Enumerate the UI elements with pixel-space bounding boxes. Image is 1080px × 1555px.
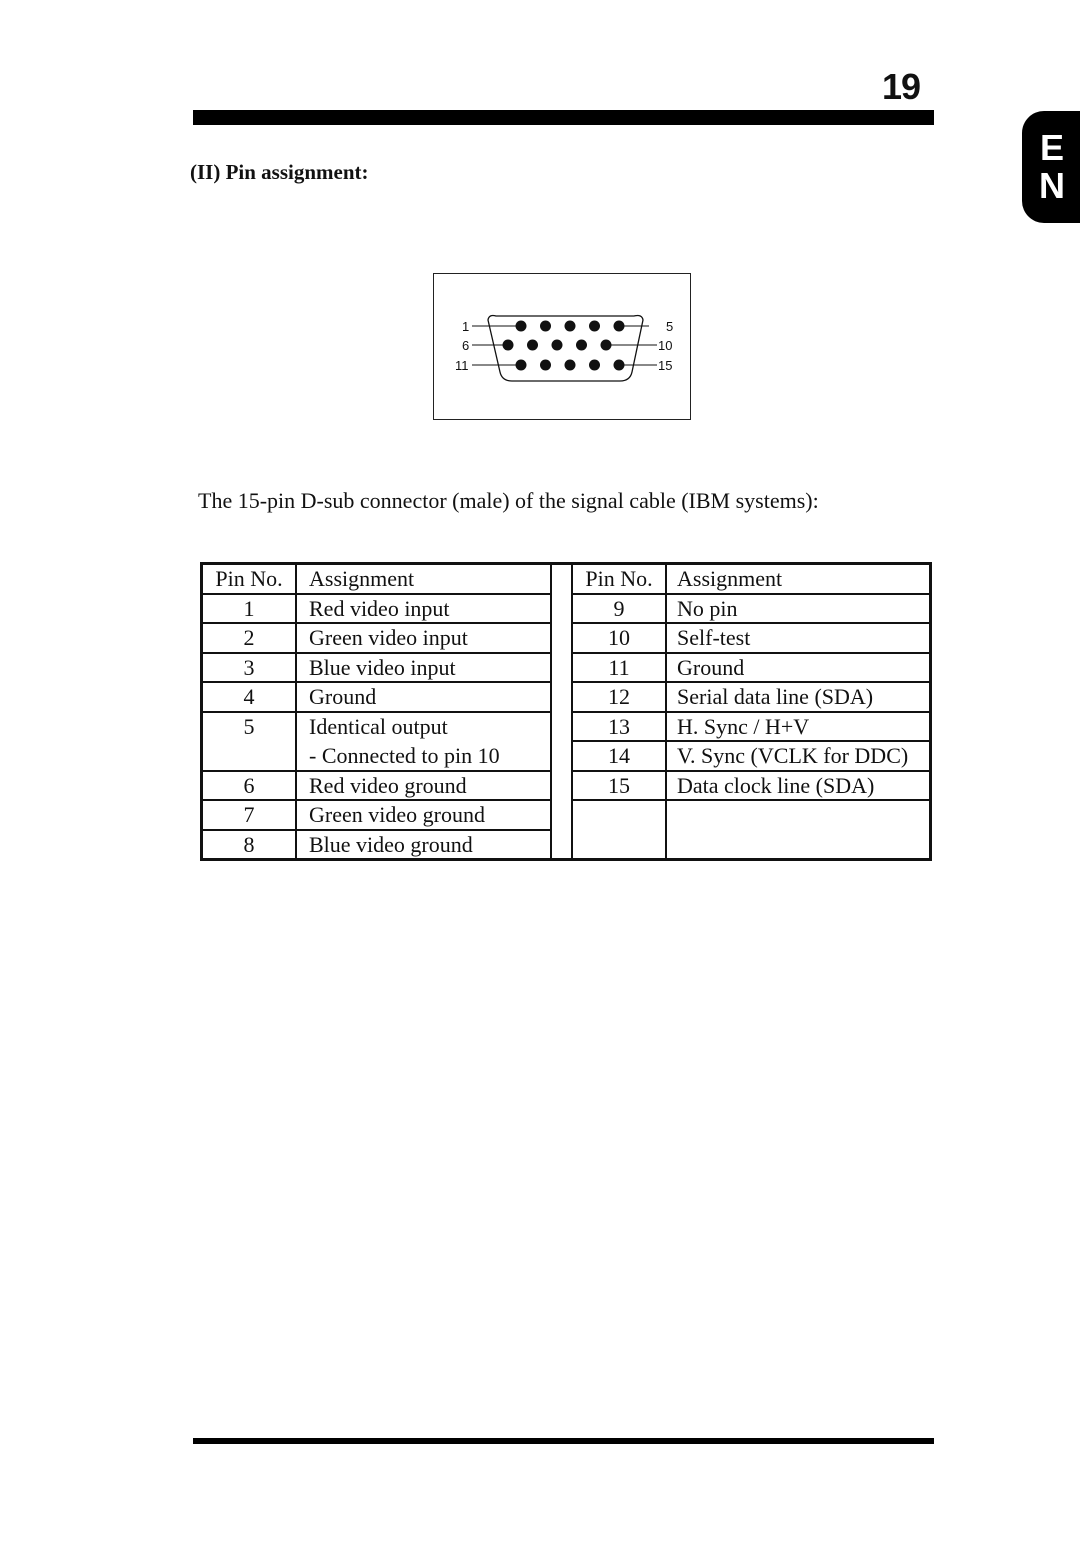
- pin-number: 1: [200, 592, 297, 624]
- table-row: 1 Red video input 9 No pin: [200, 592, 932, 830]
- connector-pin: [540, 359, 551, 371]
- pin-assignment-continued: - Connected to pin 10: [295, 741, 552, 772]
- header-rule: [193, 110, 934, 125]
- connector-pin: [540, 320, 551, 332]
- connector-pin: [589, 359, 600, 371]
- pin-assignment-table: Pin No. Assignment Pin No. Assignment 1 …: [200, 562, 932, 861]
- connector-pin: [576, 339, 587, 351]
- pin-label: 10: [658, 338, 672, 353]
- empty-cell: [665, 799, 932, 860]
- pin-number: 2: [200, 622, 297, 654]
- pin-number: 8: [200, 828, 297, 861]
- pin-number: 6: [200, 769, 297, 801]
- header-assignment: Assignment: [665, 562, 932, 595]
- pin-label: 11: [455, 358, 469, 373]
- table-header-row: Pin No. Assignment Pin No. Assignment: [200, 562, 932, 595]
- connector-caption: The 15-pin D-sub connector (male) of the…: [198, 488, 819, 513]
- pin-label: 5: [666, 319, 673, 334]
- pin-number: 15: [571, 769, 667, 801]
- connector-pin: [589, 320, 600, 332]
- pin-assignment: Identical output: [295, 710, 552, 741]
- pin-number: 7: [200, 799, 297, 831]
- footer-rule: [193, 1438, 934, 1444]
- pin-assignment: Green video ground: [295, 799, 552, 831]
- empty-cell: [571, 799, 667, 860]
- pin-assignment: Red video ground: [295, 769, 552, 801]
- pin-assignment: Ground: [665, 651, 932, 683]
- language-tab-letter: E: [1039, 127, 1064, 168]
- pin-label: 15: [658, 358, 672, 373]
- pin-assignment: Self-test: [665, 622, 932, 654]
- connector-pin: [527, 339, 538, 351]
- pin-number: 3: [200, 651, 297, 683]
- language-tab: E N: [1022, 111, 1080, 223]
- section-heading: (II) Pin assignment:: [190, 160, 369, 184]
- connector-pin: [551, 339, 563, 351]
- pin-number: 14: [571, 740, 667, 772]
- pin-label: 6: [462, 338, 469, 353]
- connector-pin: [564, 359, 576, 371]
- pin-number: 11: [571, 651, 667, 683]
- gap-column: [550, 562, 573, 594]
- pin-assignment: V. Sync (VCLK for DDC): [665, 740, 932, 772]
- pin-assignment: H. Sync / H+V: [665, 710, 932, 742]
- gap-column: [550, 593, 573, 830]
- pin-assignment: No pin: [665, 592, 932, 624]
- pin-assignment: Ground: [295, 681, 552, 713]
- connector-diagram: 1 6 11 5 10 15: [433, 273, 691, 420]
- pin-number: 12: [571, 681, 667, 713]
- page-number: 19: [881, 66, 921, 107]
- header-pin-no: Pin No.: [571, 562, 667, 595]
- pin-number-continued: [200, 741, 297, 772]
- pin-assignment: Red video input: [295, 592, 552, 624]
- pin-assignment: Serial data line (SDA): [665, 681, 932, 713]
- language-tab-letter: N: [1039, 165, 1065, 206]
- pin-number: 4: [200, 681, 297, 713]
- pin-number: 5: [200, 710, 297, 741]
- header-assignment: Assignment: [295, 562, 552, 595]
- pin-number: 10: [571, 622, 667, 654]
- pin-assignment: Blue video ground: [295, 828, 552, 861]
- dsub-connector-icon: 1 6 11 5 10 15: [455, 314, 673, 382]
- pin-assignment: Green video input: [295, 622, 552, 654]
- pin-assignment: Data clock line (SDA): [665, 769, 932, 801]
- header-pin-no: Pin No.: [200, 562, 297, 595]
- pin-assignment: Blue video input: [295, 651, 552, 683]
- pin-number: 9: [571, 592, 667, 624]
- pin-label: 1: [462, 319, 469, 334]
- pin-number: 13: [571, 710, 667, 742]
- connector-pin: [564, 320, 576, 332]
